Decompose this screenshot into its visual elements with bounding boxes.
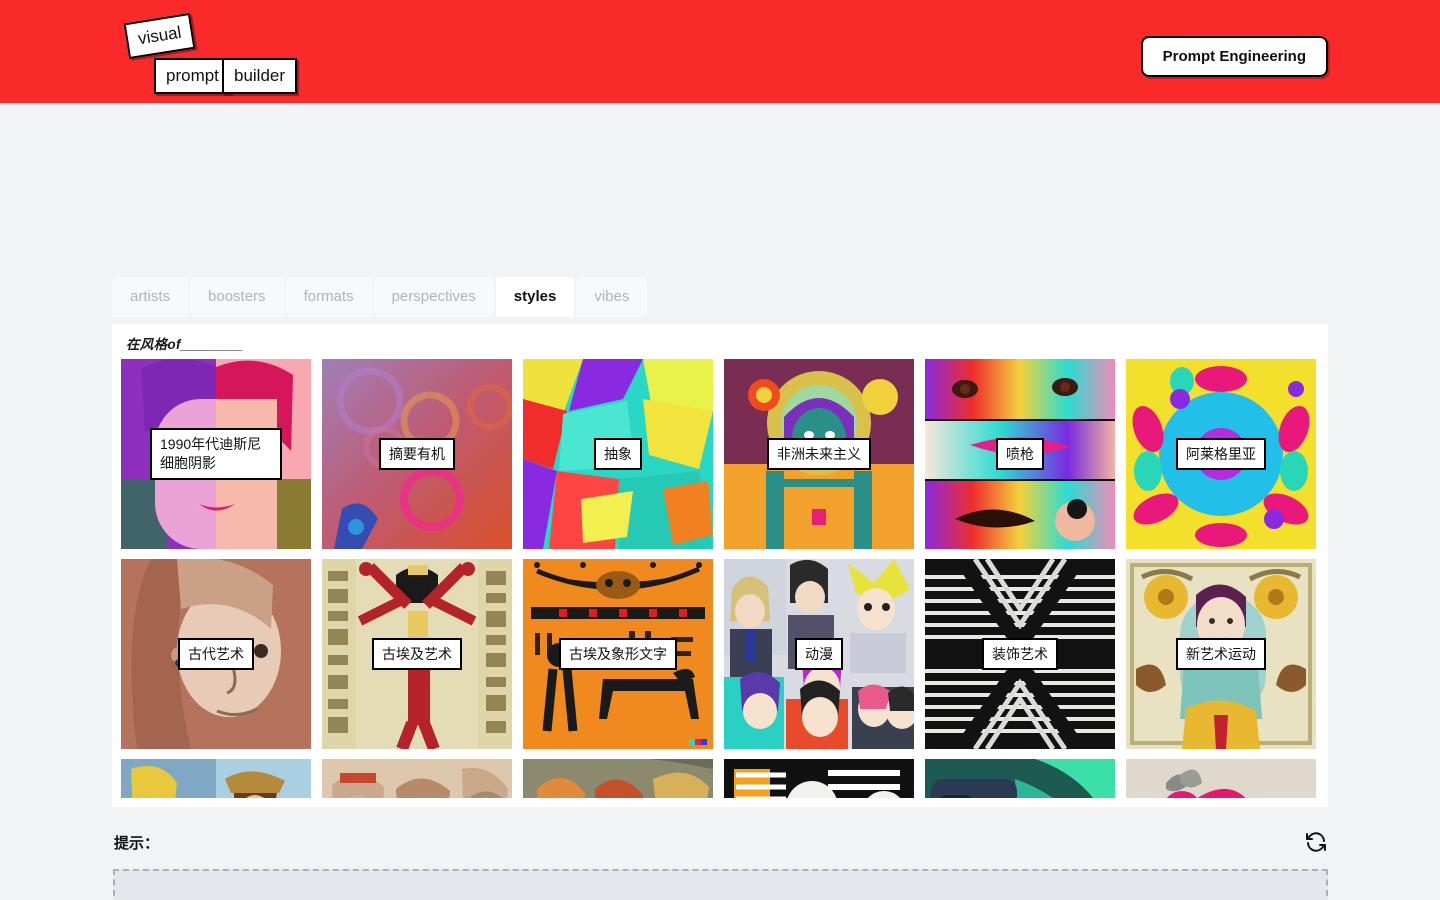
logo-chip-prompt: prompt [154, 58, 231, 94]
style-card-label: 动漫 [795, 637, 843, 671]
refresh-icon[interactable] [1304, 830, 1328, 854]
style-card-label: 古埃及象形文字 [559, 637, 677, 671]
style-card[interactable]: 喷枪 [925, 359, 1115, 549]
style-card-label: 阿莱格里亚 [1176, 437, 1266, 471]
logo-chip-builder: builder [222, 58, 298, 94]
tab-artists[interactable]: artists [112, 277, 189, 317]
styles-grid-scroll[interactable]: 1990年代迪斯尼细胞阴影 摘要有机 抽象 非洲未来主义 喷枪 阿莱格里亚 古代… [112, 359, 1328, 798]
tab-perspectives[interactable]: perspectives [373, 277, 494, 317]
tab-styles[interactable]: styles [495, 277, 575, 317]
style-card[interactable]: 古埃及艺术 [322, 559, 512, 749]
style-card[interactable]: 新艺术运动 [1126, 559, 1316, 749]
main-content: artists boosters formats perspectives st… [0, 103, 1440, 900]
style-card[interactable] [121, 759, 311, 798]
style-card[interactable] [523, 759, 713, 798]
style-card-label: 喷枪 [996, 437, 1044, 471]
style-card[interactable]: 非洲未来主义 [724, 359, 914, 549]
style-card[interactable]: 1990年代迪斯尼细胞阴影 [121, 359, 311, 549]
app-logo: visual prompt builder [122, 12, 422, 94]
style-card[interactable] [1126, 759, 1316, 798]
art-thumbnail [925, 759, 1115, 798]
style-card[interactable]: 摘要有机 [322, 359, 512, 549]
style-card[interactable]: 动漫 [724, 559, 914, 749]
art-thumbnail [322, 759, 512, 798]
styles-panel: 在风格of________ 1990年代迪斯尼细胞阴影 摘要有机 抽象 非洲未来… [112, 324, 1328, 807]
art-thumbnail [121, 759, 311, 798]
tab-vibes[interactable]: vibes [576, 277, 648, 317]
style-card-label: 1990年代迪斯尼细胞阴影 [150, 428, 282, 480]
prompt-dropzone[interactable] [113, 869, 1328, 900]
style-card[interactable]: 装饰艺术 [925, 559, 1115, 749]
art-thumbnail [724, 759, 914, 798]
style-card[interactable]: 抽象 [523, 359, 713, 549]
style-card-label: 装饰艺术 [982, 637, 1058, 671]
tab-boosters[interactable]: boosters [190, 277, 284, 317]
style-card[interactable]: 阿莱格里亚 [1126, 359, 1316, 549]
style-card-label: 抽象 [594, 437, 642, 471]
style-card-label: 古埃及艺术 [372, 637, 462, 671]
style-card[interactable] [724, 759, 914, 798]
styles-grid: 1990年代迪斯尼细胞阴影 摘要有机 抽象 非洲未来主义 喷枪 阿莱格里亚 古代… [120, 359, 1320, 798]
style-card[interactable] [322, 759, 512, 798]
style-card-label: 古代艺术 [178, 637, 254, 671]
app-header: visual prompt builder Prompt Engineering [0, 0, 1440, 103]
prompt-header: 提示： [114, 830, 1328, 854]
tab-formats[interactable]: formats [285, 277, 372, 317]
art-thumbnail [523, 759, 713, 798]
style-card[interactable]: 古代艺术 [121, 559, 311, 749]
style-card-label: 非洲未来主义 [767, 437, 871, 471]
panel-hint-text: 在风格of________ [126, 337, 244, 352]
prompt-engineering-button[interactable]: Prompt Engineering [1140, 36, 1328, 77]
style-card[interactable] [925, 759, 1115, 798]
art-thumbnail [1126, 759, 1316, 798]
logo-chip-visual: visual [123, 12, 196, 60]
style-card-label: 摘要有机 [379, 437, 455, 471]
style-card-label: 新艺术运动 [1176, 637, 1266, 671]
style-card[interactable]: 古埃及象形文字 [523, 559, 713, 749]
category-tabs: artists boosters formats perspectives st… [112, 277, 648, 317]
prompt-label: 提示： [114, 834, 160, 852]
